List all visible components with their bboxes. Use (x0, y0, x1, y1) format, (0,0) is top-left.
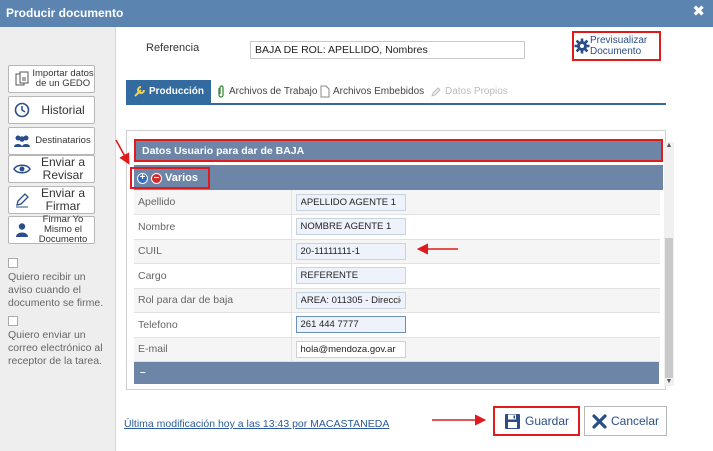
clock-icon (12, 102, 32, 118)
destinatarios-button[interactable]: Destinatarios (8, 127, 95, 155)
group-header-bar (134, 165, 663, 190)
cancel-label: Cancelar (610, 414, 660, 428)
historial-button[interactable]: Historial (8, 96, 95, 124)
floppy-icon (504, 413, 521, 430)
email-field[interactable] (295, 340, 406, 358)
tab-bar: Producción Archivos de Trabajo Archivos … (126, 80, 666, 103)
table-row: Telefono (134, 312, 660, 338)
save-label: Guardar (524, 414, 570, 428)
cancel-button[interactable]: Cancelar (584, 406, 667, 436)
nombre-field[interactable] (295, 218, 406, 236)
scroll-down-icon[interactable]: ▼ (664, 377, 674, 387)
save-button[interactable]: Guardar (493, 406, 580, 436)
window-titlebar: Producir documento ✖ (0, 0, 713, 27)
group-footer-bar: – (134, 362, 659, 384)
nombre-label: Nombre (134, 214, 292, 240)
previsualizar-button[interactable]: Previsualizar Documento (572, 31, 661, 61)
import-gedo-label: Importar datos de un GEDO (32, 68, 94, 89)
referencia-input[interactable] (250, 41, 525, 59)
cargo-field[interactable] (295, 267, 406, 285)
close-icon[interactable]: ✖ (692, 4, 705, 19)
email-label: E-mail (134, 337, 292, 362)
cuil-label: CUIL (134, 239, 292, 264)
aviso-firma-label: Quiero recibir un aviso cuando el docume… (8, 271, 104, 309)
table-row: Rol para dar de baja (134, 288, 660, 313)
historial-label: Historial (41, 102, 85, 117)
correo-receptor-checkbox[interactable] (8, 316, 18, 326)
referencia-label: Referencia (146, 42, 200, 54)
correo-receptor-label: Quiero enviar un correo electrónico al r… (8, 329, 103, 367)
table-row: Apellido (134, 190, 660, 215)
enviar-revisar-button[interactable]: Enviar a Revisar (8, 155, 95, 183)
previsualizar-label: Previsualizar Documento (590, 35, 648, 57)
tab-datos-propios-label: Datos Propios (445, 86, 508, 97)
aviso-firma-option: Quiero recibir un aviso cuando el docume… (8, 258, 112, 310)
table-row: CUIL (134, 239, 660, 264)
rol-baja-label: Rol para dar de baja (134, 288, 292, 313)
paperclip-icon (216, 85, 226, 98)
table-row: Nombre (134, 214, 660, 240)
import-doc-icon (12, 71, 32, 87)
import-gedo-button[interactable]: Importar datos de un GEDO (8, 65, 95, 93)
eye-icon (12, 163, 32, 175)
scroll-up-icon[interactable]: ▲ (664, 141, 674, 151)
aviso-firma-checkbox[interactable] (8, 258, 18, 268)
wrench-icon (133, 85, 146, 98)
telefono-label: Telefono (134, 312, 292, 338)
cuil-field[interactable] (295, 242, 406, 260)
scrollbar-thumb[interactable] (665, 238, 673, 378)
users-icon (12, 134, 32, 148)
tab-produccion[interactable]: Producción (126, 80, 212, 103)
user-icon (12, 222, 32, 238)
correo-receptor-option: Quiero enviar un correo electrónico al r… (8, 316, 112, 368)
add-icon[interactable]: + (137, 172, 148, 184)
tab-archivos-trabajo-label: Archivos de Trabajo (229, 86, 318, 97)
tab-archivos-trabajo[interactable]: Archivos de Trabajo (216, 80, 317, 103)
close-x-icon (592, 413, 607, 429)
cargo-label: Cargo (134, 263, 292, 289)
table-row: E-mail (134, 337, 660, 362)
enviar-firmar-button[interactable]: Enviar a Firmar (8, 186, 95, 214)
sidebar: Importar datos de un GEDO Historial Dest… (0, 27, 116, 451)
tab-archivos-embebidos-label: Archivos Embebidos (333, 86, 425, 97)
tab-underline (126, 103, 666, 105)
pencil-icon (430, 86, 442, 98)
tab-produccion-label: Producción (149, 86, 205, 97)
firmar-yo-mismo-label: Firmar Yo Mismo el Documento (38, 214, 88, 245)
tab-datos-propios[interactable]: Datos Propios (430, 80, 508, 103)
tab-archivos-embebidos[interactable]: Archivos Embebidos (320, 80, 424, 103)
telefono-field[interactable] (295, 316, 406, 334)
last-modified-link[interactable]: Última modificación hoy a las 13:43 por … (124, 418, 389, 430)
section-header: Datos Usuario para dar de BAJA (134, 139, 663, 162)
form-table: Apellido Nombre CUIL Cargo Rol para dar … (134, 190, 660, 362)
apellido-field[interactable] (295, 193, 406, 211)
group-title: Varios (165, 172, 199, 184)
rol-baja-field[interactable] (295, 291, 406, 309)
remove-icon[interactable]: – (151, 172, 162, 184)
window-title: Producir documento (6, 6, 124, 20)
table-row: Cargo (134, 263, 660, 289)
destinatarios-label: Destinatarios (35, 135, 91, 146)
apellido-label: Apellido (134, 190, 292, 215)
enviar-firmar-label: Enviar a Firmar (40, 186, 86, 213)
pen-icon (12, 192, 32, 208)
gear-icon (574, 38, 590, 54)
file-icon (320, 85, 330, 98)
group-header: + – Varios (130, 167, 210, 189)
firmar-yo-mismo-button[interactable]: Firmar Yo Mismo el Documento (8, 214, 95, 245)
enviar-revisar-label: Enviar a Revisar (40, 155, 86, 182)
